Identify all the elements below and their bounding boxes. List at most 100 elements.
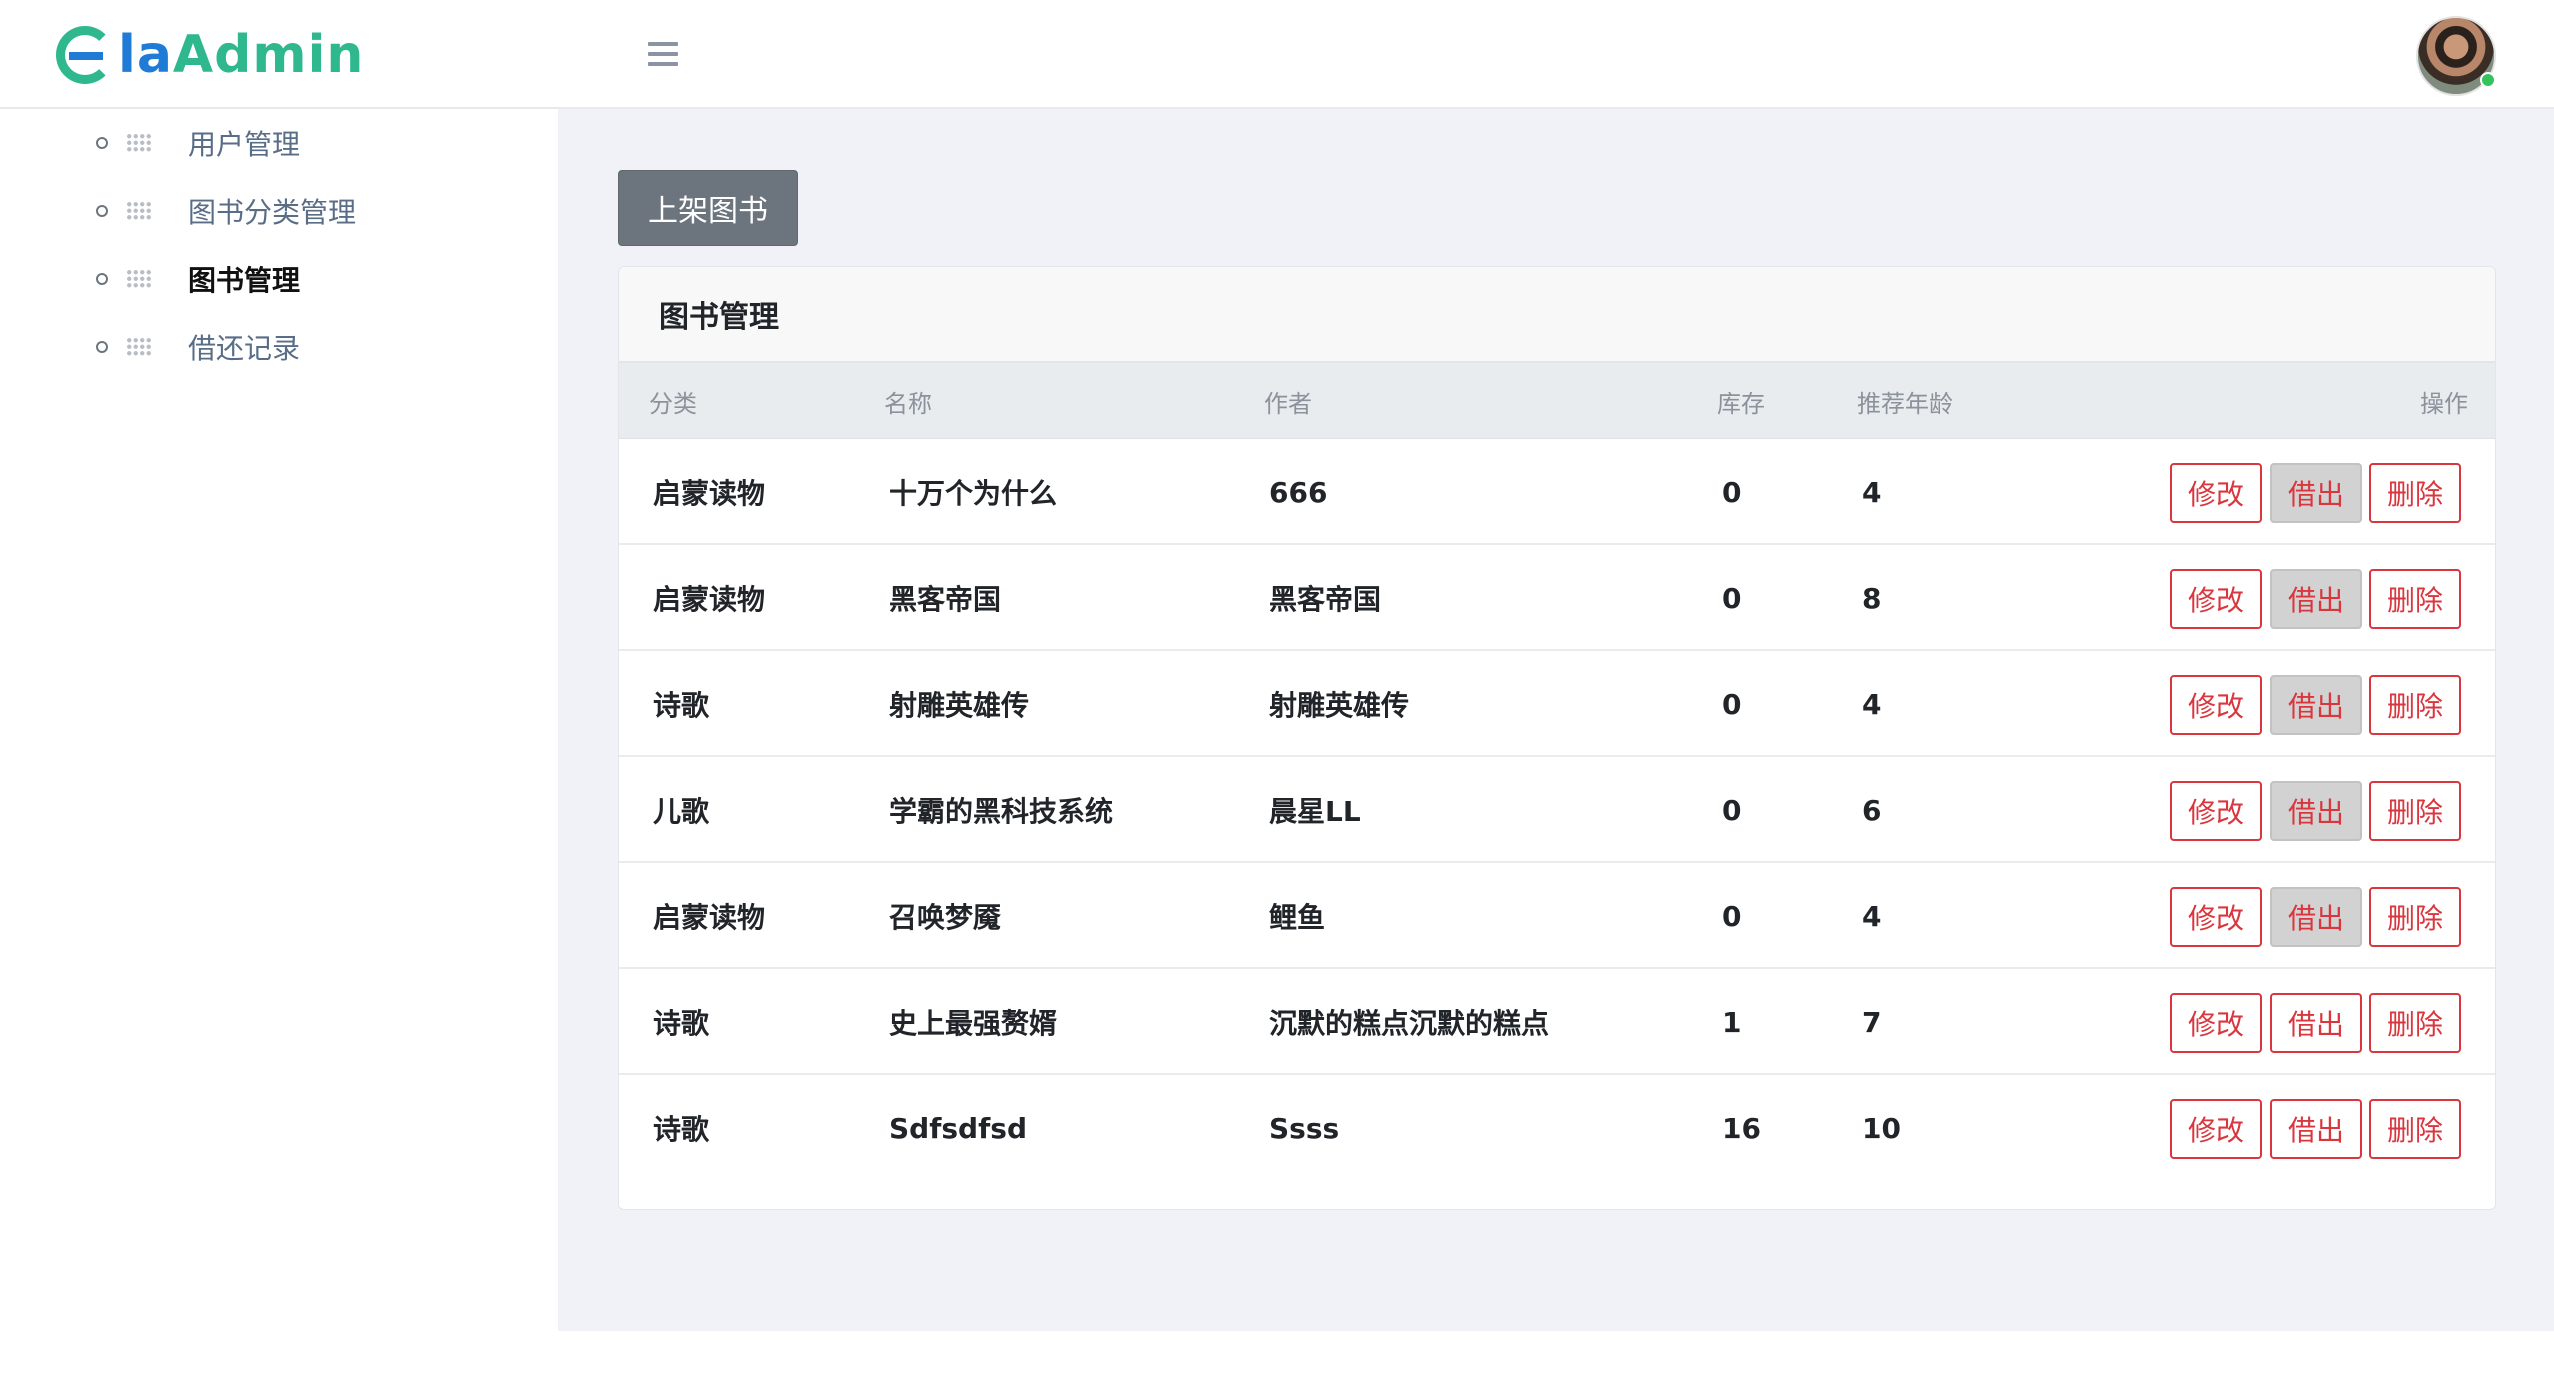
delete-button[interactable]: 删除 <box>2369 675 2461 735</box>
borrow-button[interactable]: 借出 <box>2270 569 2362 629</box>
logo-e-icon <box>56 26 114 84</box>
logo-la-text: la <box>118 25 173 85</box>
cell-category: 启蒙读物 <box>653 901 766 934</box>
sidebar-item-category-management[interactable]: 图书分类管理 <box>96 191 356 231</box>
circle-bullet-icon <box>96 137 108 149</box>
borrow-button[interactable]: 借出 <box>2270 887 2362 947</box>
edit-button[interactable]: 修改 <box>2170 781 2262 841</box>
cell-category: 启蒙读物 <box>653 583 766 616</box>
top-header: la Admin <box>0 0 2554 109</box>
cell-stock: 0 <box>1722 899 1742 933</box>
borrow-button[interactable]: 借出 <box>2270 781 2362 841</box>
cell-author: 鲤鱼 <box>1269 901 1326 934</box>
column-header-actions: 操作 <box>2420 389 2468 418</box>
footer <box>558 1331 2554 1376</box>
sidebar-item-label: 用户管理 <box>188 128 301 161</box>
edit-button[interactable]: 修改 <box>2170 675 2262 735</box>
table-header: 分类 名称 作者 库存 推荐年龄 操作 <box>619 363 2495 439</box>
table-row: 启蒙读物 黑客帝国 黑客帝国 0 8 修改 借出 删除 <box>619 545 2495 651</box>
cell-category: 诗歌 <box>653 689 710 722</box>
delete-button[interactable]: 删除 <box>2369 463 2461 523</box>
cell-age: 4 <box>1862 687 1882 721</box>
table-row: 儿歌 学霸的黑科技系统 晨星LL 0 6 修改 借出 删除 <box>619 757 2495 863</box>
cell-name: 射雕英雄传 <box>889 689 1030 722</box>
cell-name: 十万个为什么 <box>889 477 1058 510</box>
sidebar-item-label: 图书管理 <box>188 264 301 297</box>
circle-bullet-icon <box>96 273 108 285</box>
cell-author: 黑客帝国 <box>1269 583 1382 616</box>
column-header-stock: 库存 <box>1717 389 1765 418</box>
table-row: 启蒙读物 召唤梦魇 鲤鱼 0 4 修改 借出 删除 <box>619 863 2495 969</box>
cell-name: 黑客帝国 <box>889 583 1002 616</box>
cell-name: 史上最强赘婿 <box>889 1007 1058 1040</box>
cell-category: 诗歌 <box>653 1007 710 1040</box>
grid-icon <box>126 337 152 357</box>
sidebar-item-borrow-records[interactable]: 借还记录 <box>96 327 300 367</box>
cell-category: 儿歌 <box>653 795 710 828</box>
cell-age: 4 <box>1862 475 1882 509</box>
delete-button[interactable]: 删除 <box>2369 993 2461 1053</box>
cell-stock: 0 <box>1722 793 1742 827</box>
cell-name: 学霸的黑科技系统 <box>889 795 1114 828</box>
add-book-button[interactable]: 上架图书 <box>618 170 798 246</box>
cell-author: 666 <box>1269 475 1328 509</box>
borrow-button[interactable]: 借出 <box>2270 993 2362 1053</box>
cell-name: 召唤梦魇 <box>889 901 1002 934</box>
edit-button[interactable]: 修改 <box>2170 887 2262 947</box>
cell-stock: 0 <box>1722 581 1742 615</box>
elaadmin-logo[interactable]: la Admin <box>56 22 364 88</box>
cell-name: Sdfsdfsd <box>889 1111 1027 1145</box>
table-row: 启蒙读物 十万个为什么 666 0 4 修改 借出 删除 <box>619 439 2495 545</box>
delete-button[interactable]: 删除 <box>2369 781 2461 841</box>
card-header: 图书管理 <box>619 267 2495 363</box>
table-row: 诗歌 Sdfsdfsd Ssss 16 10 修改 借出 删除 <box>619 1075 2495 1181</box>
table-body: 启蒙读物 十万个为什么 666 0 4 修改 借出 删除 启蒙读物 黑客帝国 黑… <box>619 439 2495 1181</box>
column-header-category: 分类 <box>649 389 697 418</box>
edit-button[interactable]: 修改 <box>2170 569 2262 629</box>
cell-stock: 1 <box>1722 1005 1742 1039</box>
borrow-button[interactable]: 借出 <box>2270 675 2362 735</box>
delete-button[interactable]: 删除 <box>2369 887 2461 947</box>
grid-icon <box>126 269 152 289</box>
edit-button[interactable]: 修改 <box>2170 1099 2262 1159</box>
edit-button[interactable]: 修改 <box>2170 463 2262 523</box>
cell-age: 7 <box>1862 1005 1882 1039</box>
menu-icon[interactable] <box>648 42 678 66</box>
cell-author: 沉默的糕点沉默的糕点 <box>1269 1007 1550 1040</box>
delete-button[interactable]: 删除 <box>2369 1099 2461 1159</box>
cell-category: 启蒙读物 <box>653 477 766 510</box>
borrow-button[interactable]: 借出 <box>2270 1099 2362 1159</box>
book-table-card: 图书管理 分类 名称 作者 库存 推荐年龄 操作 启蒙读物 十万个为什么 666… <box>618 266 2496 1210</box>
cell-stock: 0 <box>1722 475 1742 509</box>
column-header-author: 作者 <box>1264 389 1312 418</box>
card-title: 图书管理 <box>659 300 779 335</box>
menu-bar <box>648 62 678 66</box>
cell-stock: 16 <box>1722 1111 1761 1145</box>
cell-author: 射雕英雄传 <box>1269 689 1410 722</box>
circle-bullet-icon <box>96 205 108 217</box>
cell-age: 4 <box>1862 899 1882 933</box>
sidebar-item-book-management[interactable]: 图书管理 <box>96 259 300 299</box>
table-row: 诗歌 射雕英雄传 射雕英雄传 0 4 修改 借出 删除 <box>619 651 2495 757</box>
sidebar-item-label: 图书分类管理 <box>188 196 357 229</box>
cell-author: 晨星LL <box>1269 795 1361 828</box>
menu-bar <box>648 52 678 56</box>
delete-button[interactable]: 删除 <box>2369 569 2461 629</box>
online-status-dot <box>2480 72 2496 88</box>
grid-icon <box>126 133 152 153</box>
circle-bullet-icon <box>96 341 108 353</box>
menu-bar <box>648 42 678 46</box>
borrow-button[interactable]: 借出 <box>2270 463 2362 523</box>
cell-category: 诗歌 <box>653 1113 710 1146</box>
cell-age: 10 <box>1862 1111 1901 1145</box>
edit-button[interactable]: 修改 <box>2170 993 2262 1053</box>
cell-age: 8 <box>1862 581 1882 615</box>
cell-author: Ssss <box>1269 1111 1340 1145</box>
sidebar-item-user-management[interactable]: 用户管理 <box>96 123 300 163</box>
sidebar-item-label: 借还记录 <box>188 332 301 365</box>
logo-admin-text: Admin <box>172 25 365 85</box>
cell-age: 6 <box>1862 793 1882 827</box>
table-row: 诗歌 史上最强赘婿 沉默的糕点沉默的糕点 1 7 修改 借出 删除 <box>619 969 2495 1075</box>
grid-icon <box>126 201 152 221</box>
cell-stock: 0 <box>1722 687 1742 721</box>
